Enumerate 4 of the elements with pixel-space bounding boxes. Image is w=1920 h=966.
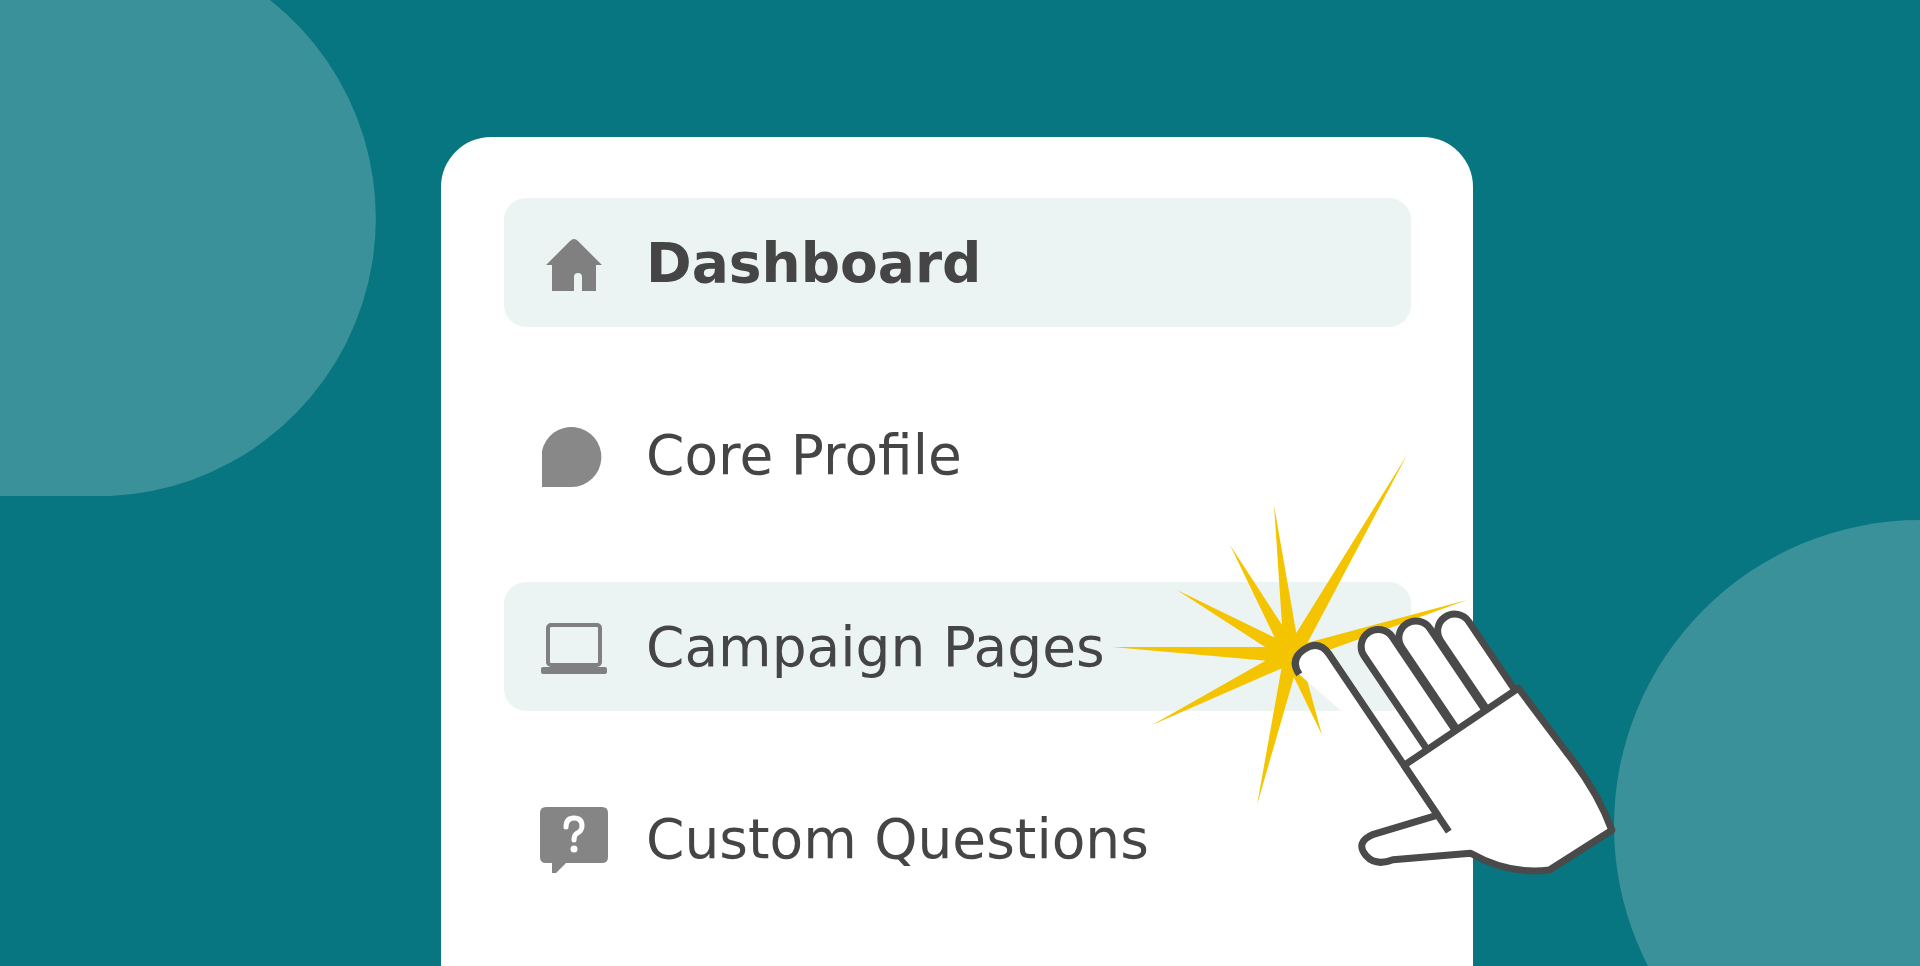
menu-item[interactable]: Core Profile (504, 390, 1411, 519)
menu-item[interactable]: Dashboard (504, 198, 1411, 327)
menu-item[interactable]: Custom Questions (504, 774, 1411, 903)
question-bubble-icon (540, 804, 608, 873)
